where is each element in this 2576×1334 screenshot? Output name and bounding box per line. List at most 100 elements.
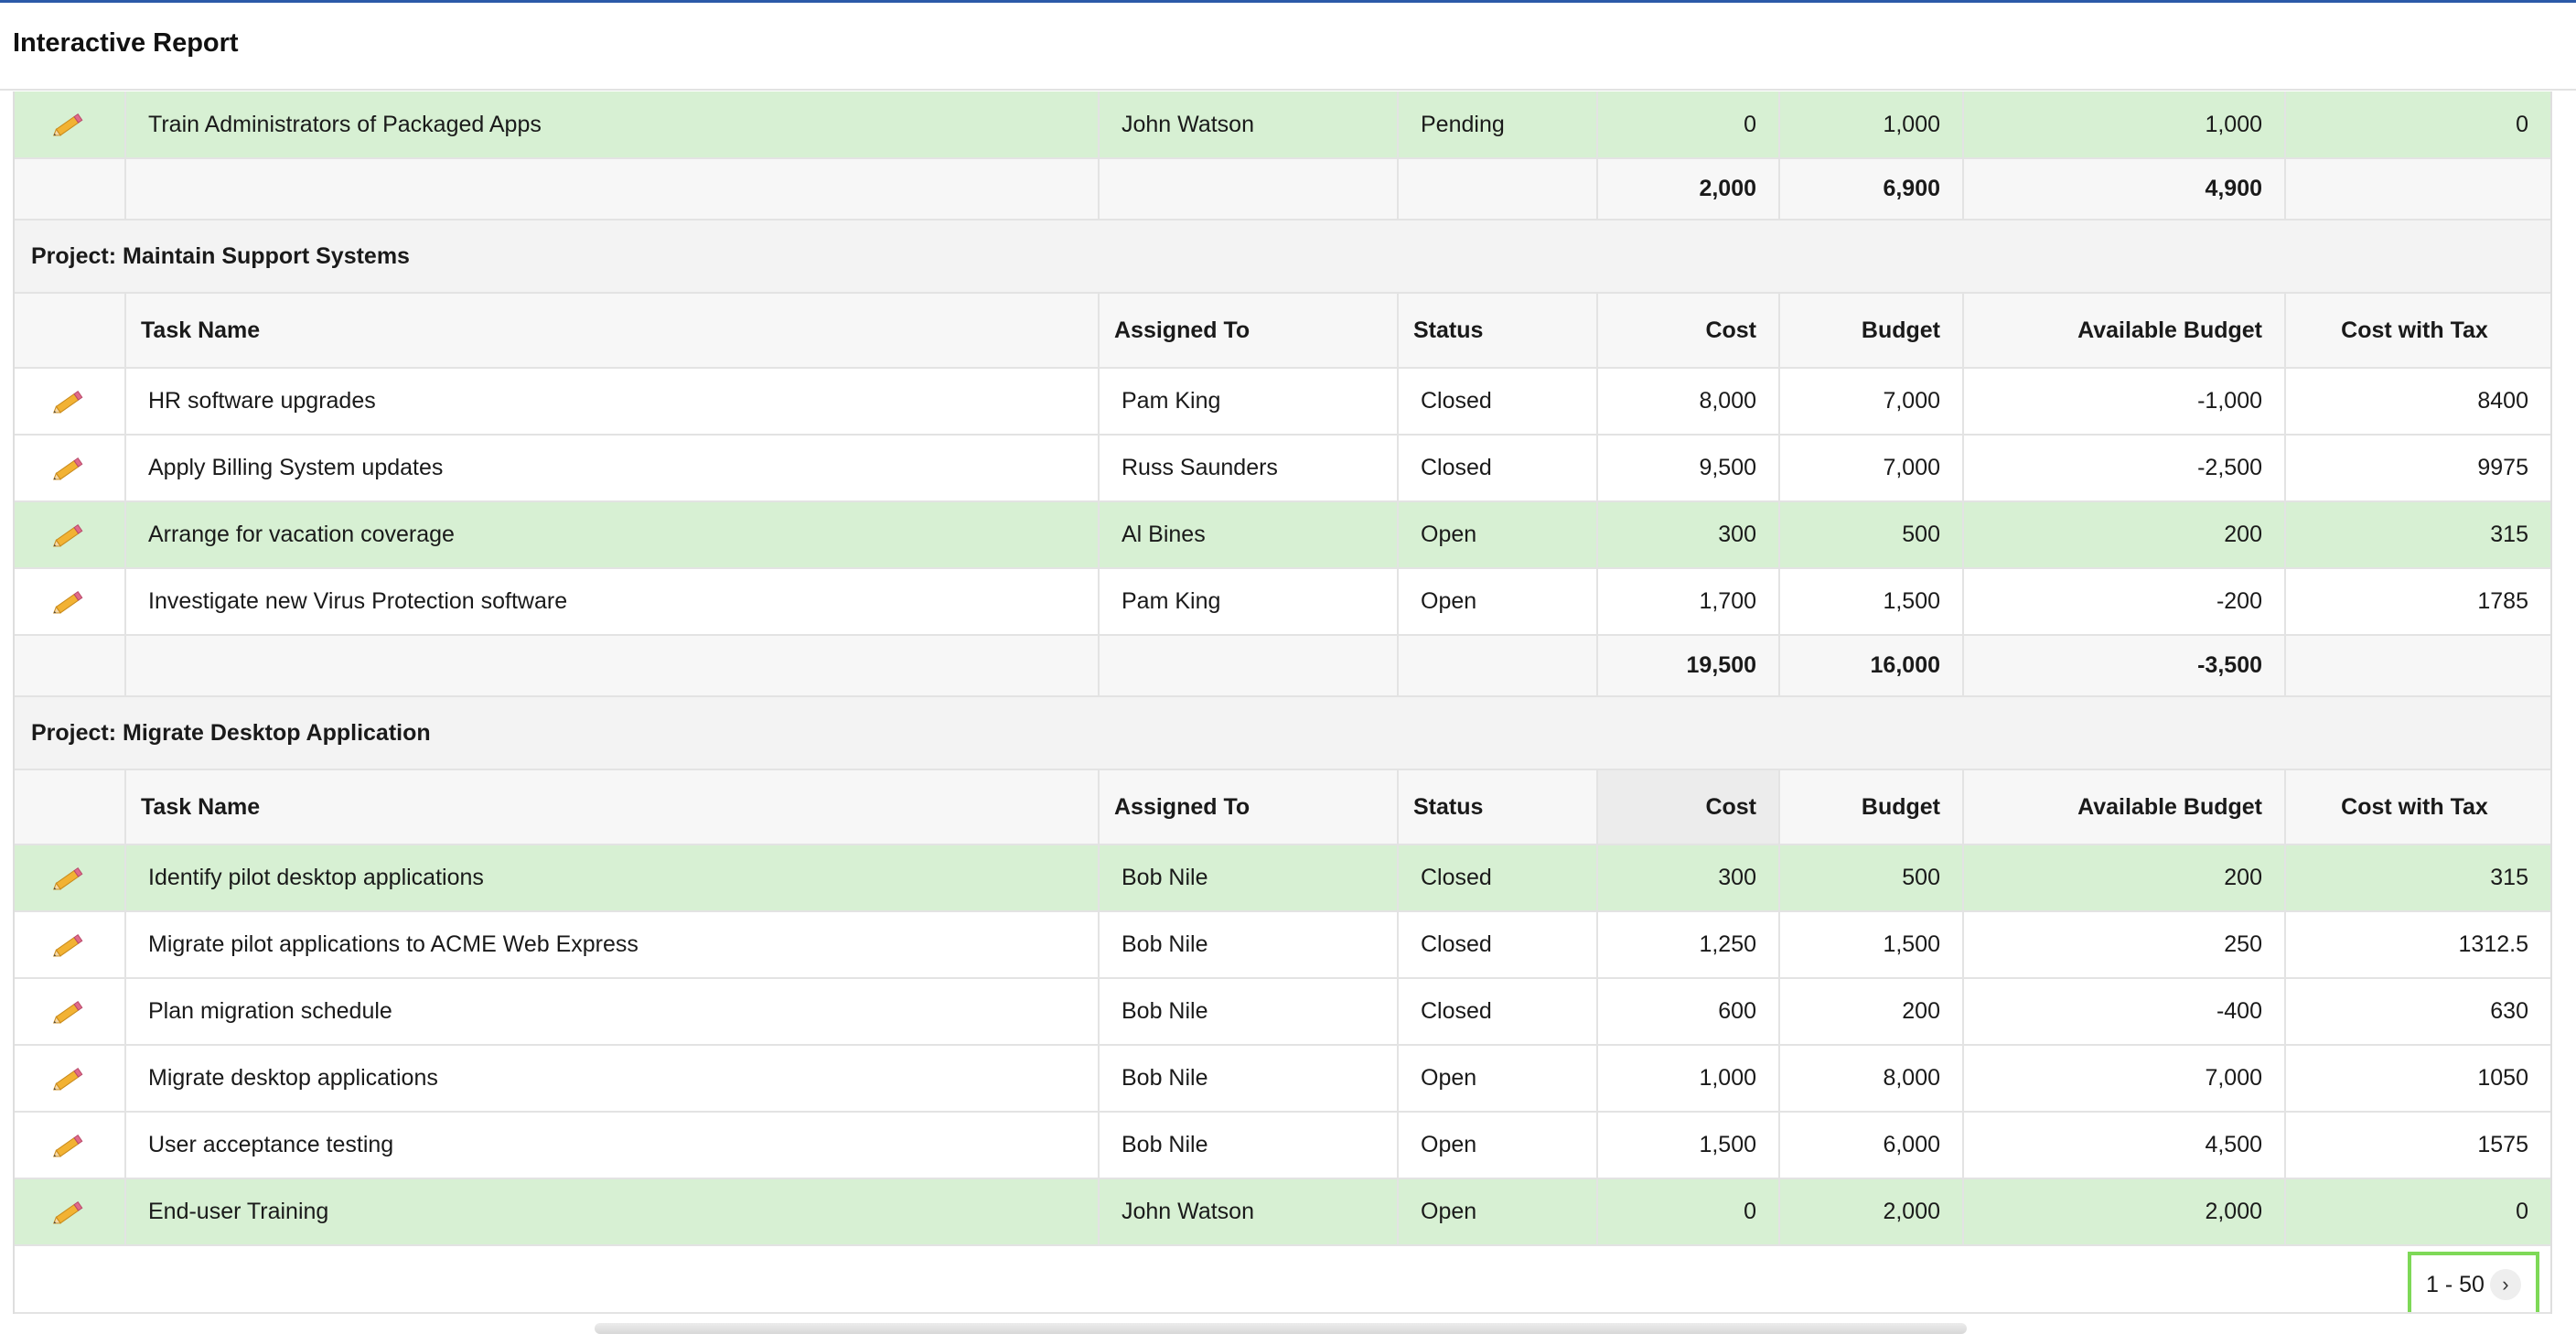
table-row: Apply Billing System updates Russ Saunde… [15, 435, 2550, 502]
horizontal-scrollbar[interactable] [595, 1323, 1967, 1334]
column-header-status[interactable]: Status [1398, 293, 1598, 369]
edit-cell[interactable] [15, 1045, 126, 1113]
task-name-cell: End-user Training [125, 1178, 1100, 1246]
available-budget-cell: 2,000 [1963, 1178, 2286, 1246]
column-header-task-name[interactable]: Task Name [125, 293, 1100, 369]
group-title: Project: Migrate Desktop Application [15, 696, 2550, 770]
available-budget-cell: 200 [1963, 845, 2286, 912]
status-cell: Open [1398, 1045, 1598, 1113]
table-row: Plan migration schedule Bob Nile Closed … [15, 978, 2550, 1046]
total-available-budget: -3,500 [1963, 635, 2286, 697]
pencil-icon[interactable] [52, 453, 87, 484]
chevron-right-icon[interactable]: › [2489, 1269, 2521, 1300]
column-header-available-budget[interactable]: Available Budget [1963, 293, 2286, 369]
available-budget-cell: 200 [1963, 501, 2286, 569]
cost-cell: 300 [1597, 501, 1780, 569]
column-header-cost[interactable]: Cost [1597, 293, 1780, 369]
edit-cell[interactable] [15, 91, 126, 159]
task-name-cell: Migrate desktop applications [125, 1045, 1100, 1113]
column-header-cost[interactable]: Cost [1597, 769, 1780, 845]
column-header-cost-with-tax[interactable]: Cost with Tax [2285, 293, 2550, 369]
assigned-to-cell: Bob Nile [1099, 911, 1399, 979]
edit-cell[interactable] [15, 1178, 126, 1246]
assigned-to-cell: Russ Saunders [1099, 435, 1399, 502]
cost-with-tax-cell: 315 [2285, 501, 2550, 569]
pencil-icon[interactable] [52, 386, 87, 417]
budget-cell: 6,000 [1779, 1112, 1964, 1179]
edit-cell[interactable] [15, 568, 126, 636]
assigned-to-cell: Bob Nile [1099, 1112, 1399, 1179]
available-budget-cell: -1,000 [1963, 368, 2286, 436]
pencil-icon[interactable] [52, 996, 87, 1027]
edit-cell[interactable] [15, 1112, 126, 1179]
status-cell: Open [1398, 501, 1598, 569]
column-header-budget[interactable]: Budget [1779, 293, 1964, 369]
cost-with-tax-cell: 1312.5 [2285, 911, 2550, 979]
column-header-status[interactable]: Status [1398, 769, 1598, 845]
edit-cell[interactable] [15, 501, 126, 569]
cost-with-tax-cell: 1050 [2285, 1045, 2550, 1113]
task-name-cell: User acceptance testing [125, 1112, 1100, 1179]
pencil-icon[interactable] [52, 520, 87, 551]
cost-cell: 1,700 [1597, 568, 1780, 636]
column-header-row: Task Name Assigned To Status Cost Budget… [15, 293, 2550, 369]
assigned-to-cell: Pam King [1099, 568, 1399, 636]
task-name-cell: Investigate new Virus Protection softwar… [125, 568, 1100, 636]
assigned-to-cell: John Watson [1099, 1178, 1399, 1246]
table-row: User acceptance testing Bob Nile Open 1,… [15, 1112, 2550, 1179]
column-header-assigned-to[interactable]: Assigned To [1099, 293, 1399, 369]
pencil-icon[interactable] [52, 863, 87, 894]
column-header-row: Task Name Assigned To Status Cost Budget… [15, 769, 2550, 845]
status-cell: Open [1398, 568, 1598, 636]
pencil-icon[interactable] [52, 109, 87, 140]
edit-cell[interactable] [15, 435, 126, 502]
page-header: Interactive Report [0, 3, 2576, 91]
cost-with-tax-cell: 315 [2285, 845, 2550, 912]
cost-with-tax-cell: 0 [2285, 1178, 2550, 1246]
pencil-icon[interactable] [52, 1130, 87, 1161]
report-footer: 1 - 50 › [15, 1245, 2550, 1314]
report-footer-row: 1 - 50 › [15, 1245, 2550, 1314]
budget-cell: 1,000 [1779, 91, 1964, 159]
assigned-to-cell: John Watson [1099, 91, 1399, 159]
cost-cell: 300 [1597, 845, 1780, 912]
status-cell: Closed [1398, 368, 1598, 436]
task-name-cell: Migrate pilot applications to ACME Web E… [125, 911, 1100, 979]
pencil-icon[interactable] [52, 1197, 87, 1228]
cost-with-tax-cell: 0 [2285, 91, 2550, 159]
task-name-cell: Train Administrators of Packaged Apps [125, 91, 1100, 159]
task-name-cell: Apply Billing System updates [125, 435, 1100, 502]
group-title: Project: Maintain Support Systems [15, 220, 2550, 294]
column-header-task-name[interactable]: Task Name [125, 769, 1100, 845]
status-cell: Closed [1398, 435, 1598, 502]
column-header-available-budget[interactable]: Available Budget [1963, 769, 2286, 845]
column-header-cost-with-tax[interactable]: Cost with Tax [2285, 769, 2550, 845]
available-budget-cell: 250 [1963, 911, 2286, 979]
assigned-to-cell: Bob Nile [1099, 845, 1399, 912]
table-row: Migrate pilot applications to ACME Web E… [15, 911, 2550, 979]
group-total-row: 2,000 6,900 4,900 [15, 158, 2550, 221]
assigned-to-cell: Bob Nile [1099, 1045, 1399, 1113]
pencil-icon[interactable] [52, 586, 87, 618]
budget-cell: 7,000 [1779, 368, 1964, 436]
cost-with-tax-cell: 8400 [2285, 368, 2550, 436]
total-available-budget: 4,900 [1963, 158, 2286, 221]
available-budget-cell: -2,500 [1963, 435, 2286, 502]
status-cell: Closed [1398, 845, 1598, 912]
cost-cell: 1,500 [1597, 1112, 1780, 1179]
cost-with-tax-cell: 9975 [2285, 435, 2550, 502]
total-cost: 2,000 [1597, 158, 1780, 221]
cost-cell: 1,000 [1597, 1045, 1780, 1113]
edit-cell[interactable] [15, 845, 126, 912]
cost-cell: 9,500 [1597, 435, 1780, 502]
edit-cell[interactable] [15, 368, 126, 436]
pencil-icon[interactable] [52, 1063, 87, 1094]
pencil-icon[interactable] [52, 930, 87, 961]
column-header-assigned-to[interactable]: Assigned To [1099, 769, 1399, 845]
edit-cell[interactable] [15, 911, 126, 979]
total-budget: 16,000 [1779, 635, 1964, 697]
task-name-cell: Arrange for vacation coverage [125, 501, 1100, 569]
edit-cell[interactable] [15, 978, 126, 1046]
column-header-budget[interactable]: Budget [1779, 769, 1964, 845]
available-budget-cell: 1,000 [1963, 91, 2286, 159]
